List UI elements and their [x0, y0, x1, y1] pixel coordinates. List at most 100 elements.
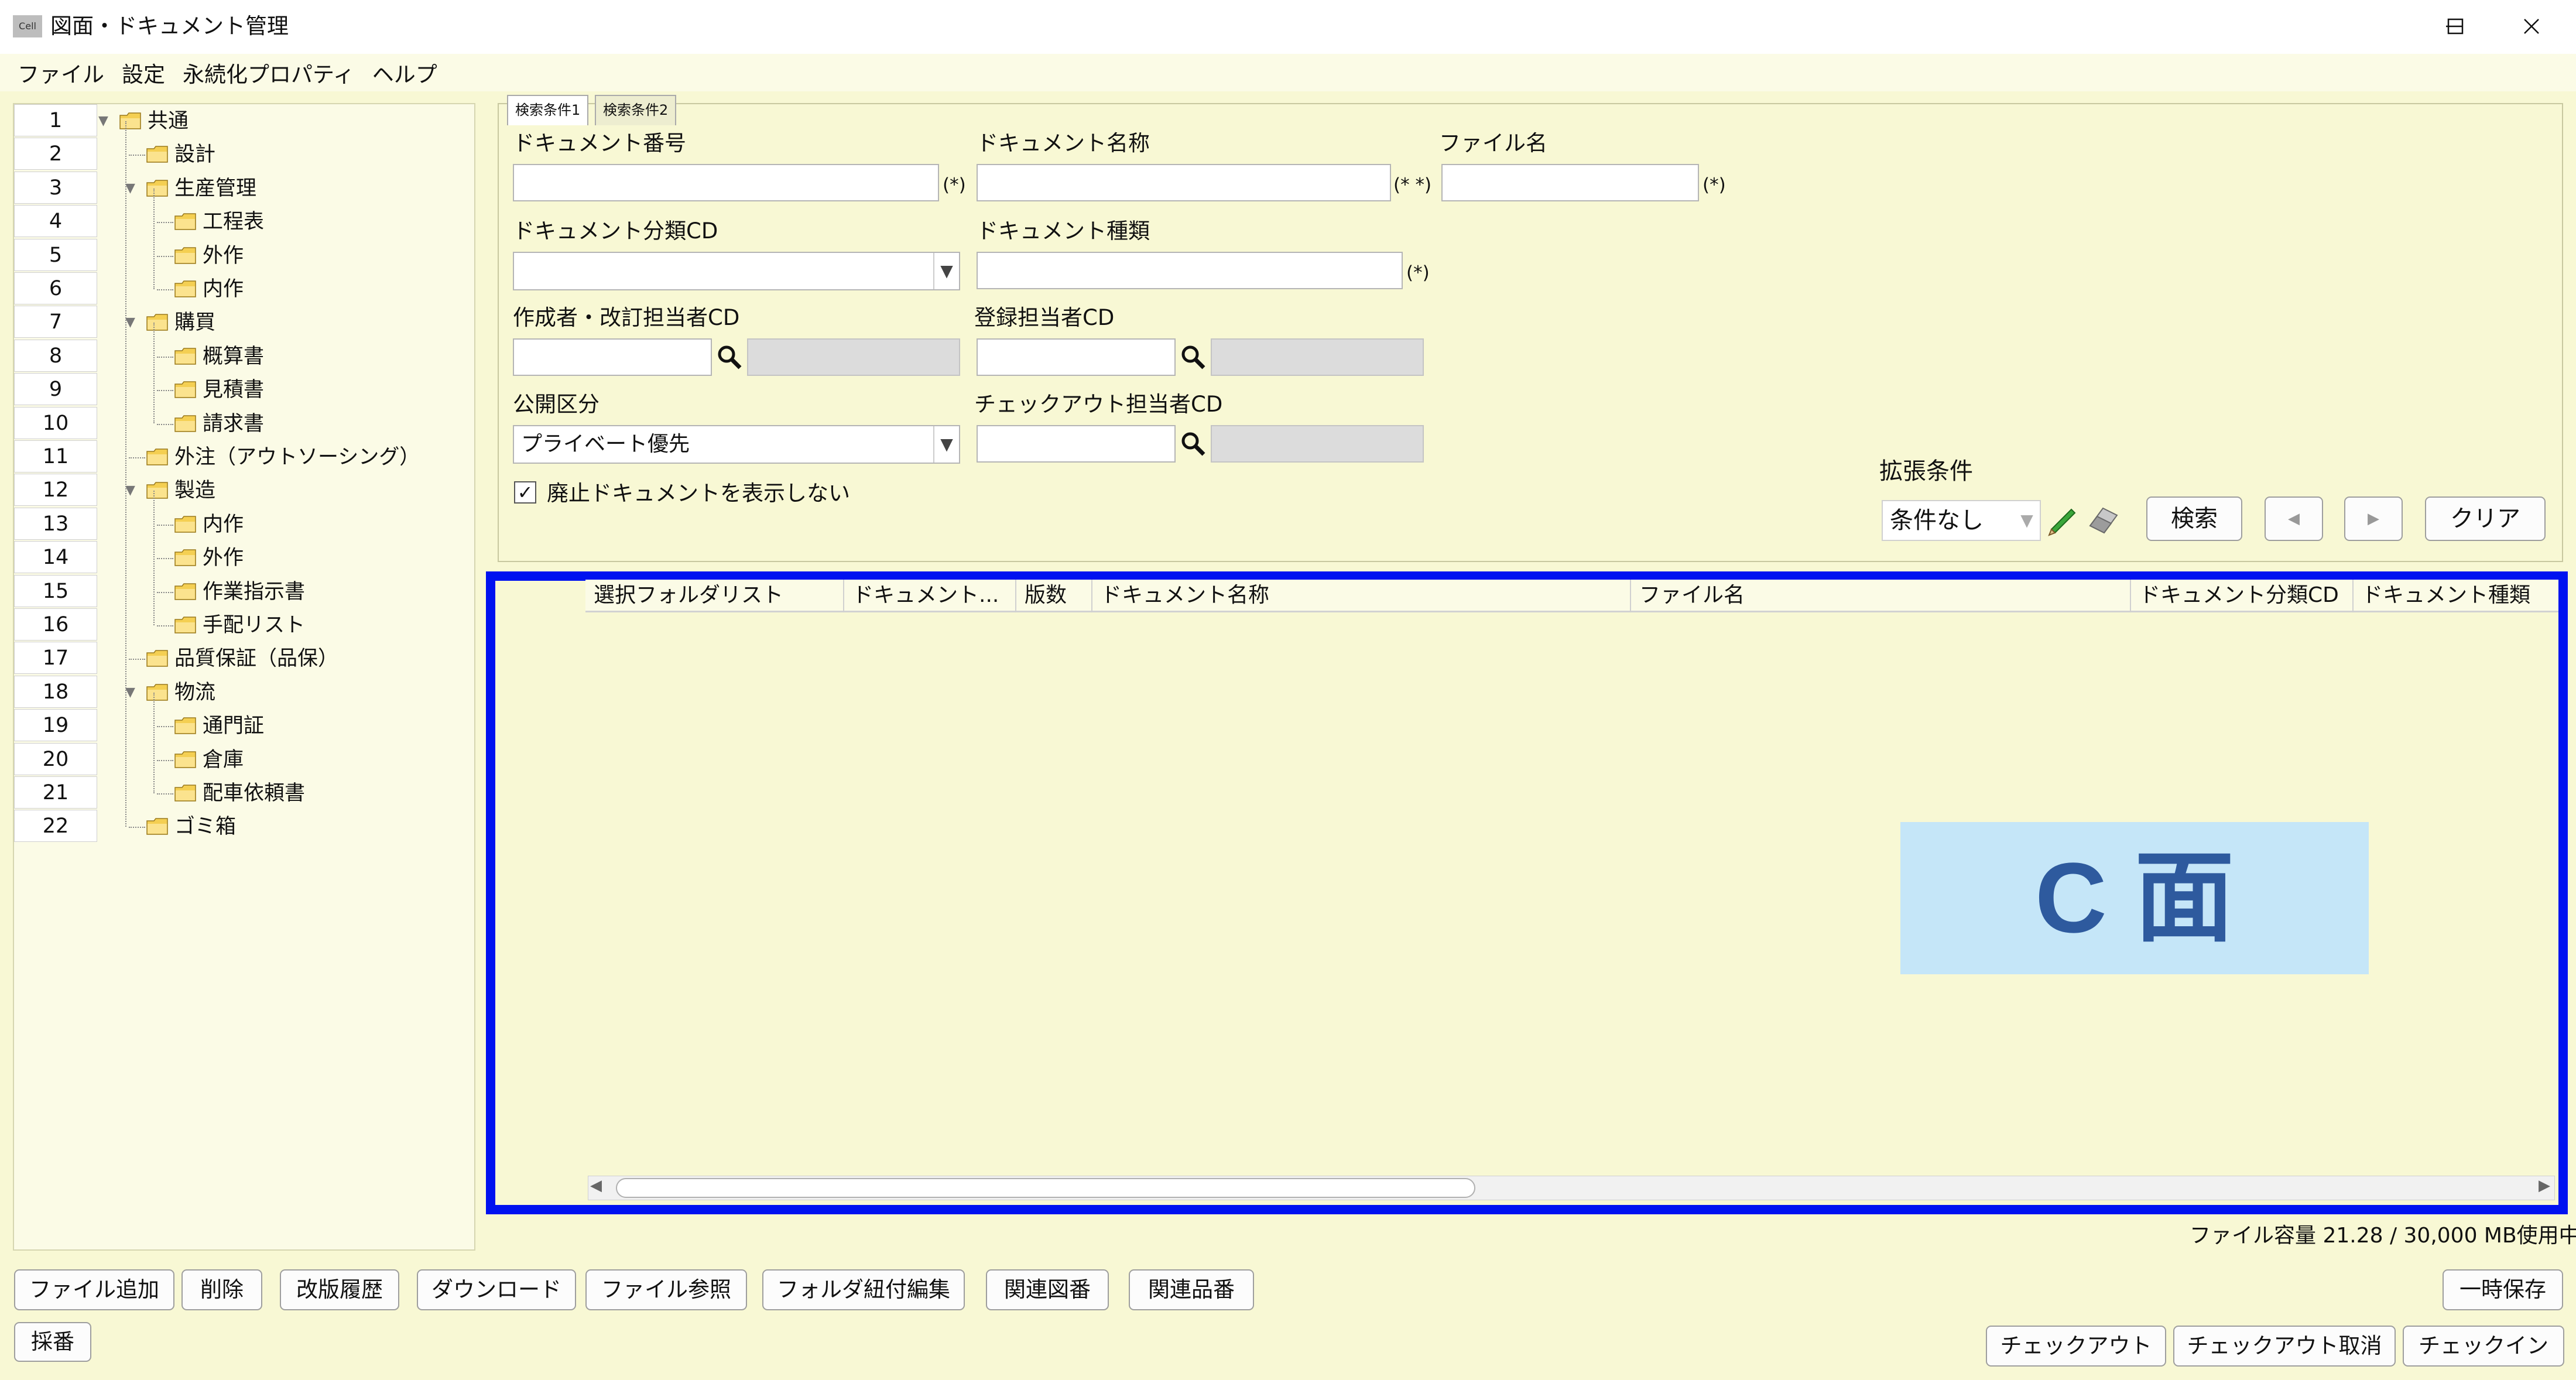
col-selected-folder[interactable]: 選択フォルダリスト — [585, 580, 844, 612]
maximize-button[interactable] — [2420, 6, 2491, 47]
download-button[interactable]: ダウンロード — [417, 1269, 576, 1310]
tree-row[interactable]: 20 倉庫 — [14, 742, 474, 776]
tree-connector — [157, 356, 173, 358]
tree-row[interactable]: 17 品質保証（品保） — [14, 642, 474, 675]
tree-row[interactable]: 14 外作 — [14, 541, 474, 574]
menu-bar: ファイル 設定 永続化プロパティ ヘルプ — [0, 54, 2576, 91]
search-icon[interactable] — [1179, 430, 1207, 458]
hide-obsolete-checkbox[interactable]: ✓ — [514, 481, 536, 504]
tree-row-number: 12 — [14, 474, 97, 506]
folder-link-edit-button[interactable]: フォルダ紐付編集 — [762, 1269, 965, 1310]
registrar-code-input[interactable] — [977, 338, 1176, 376]
eraser-icon[interactable] — [2085, 501, 2122, 537]
folder-icon — [174, 549, 196, 566]
related-drawing-button[interactable]: 関連図番 — [986, 1269, 1109, 1310]
author-code-input[interactable] — [513, 338, 712, 376]
tree-connector — [129, 155, 145, 156]
folder-icon — [174, 516, 196, 533]
tree-row-number: 2 — [14, 138, 97, 170]
search-icon[interactable] — [715, 343, 744, 371]
tree-row[interactable]: 2 設計 — [14, 138, 474, 171]
col-doc-number[interactable]: ドキュメント... — [844, 580, 1016, 612]
menu-help[interactable]: ヘルプ — [372, 57, 437, 88]
tree-row[interactable]: 7 ▼ 購買 — [14, 306, 474, 339]
tree-row[interactable]: 5 外作 — [14, 238, 474, 272]
close-button[interactable] — [2496, 6, 2567, 47]
tree-row[interactable]: 21 配車依頼書 — [14, 776, 474, 810]
tree-row[interactable]: 22 ゴミ箱 — [14, 810, 474, 843]
tree-item-label: 設計 — [174, 143, 216, 167]
doc-type-input[interactable] — [977, 252, 1403, 289]
expand-toggle-icon[interactable]: ▼ — [125, 315, 135, 330]
scroll-left-icon[interactable]: ◀ — [590, 1177, 602, 1194]
tree-connector — [157, 591, 173, 593]
tree-row[interactable]: 8 概算書 — [14, 339, 474, 373]
folder-icon — [174, 381, 196, 398]
file-name-input[interactable] — [1441, 164, 1699, 201]
expand-toggle-icon[interactable]: ▼ — [125, 181, 135, 196]
checkout-cancel-button[interactable]: チェックアウト取消 — [2173, 1326, 2396, 1367]
next-button[interactable]: ▶ — [2344, 496, 2403, 541]
tree-row[interactable]: 16 手配リスト — [14, 608, 474, 642]
public-select[interactable]: プライベート優先 ▼ — [513, 425, 960, 464]
doc-number-input[interactable] — [513, 164, 939, 201]
revision-history-button[interactable]: 改版履歴 — [280, 1269, 399, 1310]
search-icon[interactable] — [1179, 343, 1207, 371]
tree-row[interactable]: 1 ▼ 共通 — [14, 104, 474, 138]
tree-connector — [157, 793, 173, 795]
tab-search-conditions-1[interactable]: 検索条件1 — [507, 95, 589, 125]
grid-header: 選択フォルダリスト ドキュメント... 版数 ドキュメント名称 ファイル名 ドキ… — [585, 580, 2558, 612]
menu-persistent-properties[interactable]: 永続化プロパティ — [183, 57, 355, 88]
scrollbar-thumb[interactable] — [616, 1178, 1475, 1198]
checkout-code-input[interactable] — [977, 425, 1176, 463]
expand-toggle-icon[interactable]: ▼ — [125, 483, 135, 498]
doc-name-input[interactable] — [977, 164, 1391, 201]
tree-row[interactable]: 15 作業指示書 — [14, 574, 474, 608]
clear-button[interactable]: クリア — [2425, 496, 2546, 541]
col-doc-class[interactable]: ドキュメント分類CD — [2131, 580, 2354, 612]
file-reference-button[interactable]: ファイル参照 — [585, 1269, 747, 1310]
temp-save-button[interactable]: 一時保存 — [2443, 1269, 2563, 1310]
tab-search-conditions-2[interactable]: 検索条件2 — [595, 95, 677, 125]
tree-row[interactable]: 19 通門証 — [14, 709, 474, 742]
delete-button[interactable]: 削除 — [181, 1269, 262, 1310]
tree-row[interactable]: 12 ▼ 製造 — [14, 474, 474, 507]
add-file-button[interactable]: ファイル追加 — [14, 1269, 174, 1310]
expand-toggle-icon[interactable]: ▼ — [125, 685, 135, 700]
tree-item-label: 共通 — [148, 109, 189, 133]
menu-file[interactable]: ファイル — [18, 57, 104, 88]
prev-button[interactable]: ◀ — [2265, 496, 2323, 541]
edit-pencil-icon[interactable] — [2046, 502, 2081, 537]
search-button[interactable]: 検索 — [2146, 496, 2242, 541]
checkin-button[interactable]: チェックイン — [2403, 1326, 2564, 1367]
close-icon — [2524, 19, 2539, 34]
tree-row[interactable]: 4 工程表 — [14, 205, 474, 238]
checkout-button[interactable]: チェックアウト — [1986, 1326, 2166, 1367]
doc-class-select[interactable]: ▼ — [513, 252, 960, 290]
tree-row[interactable]: 9 見積書 — [14, 373, 474, 406]
ext-conditions-select[interactable]: 条件なし ▼ — [1882, 500, 2041, 541]
expand-toggle-icon[interactable]: ▼ — [98, 114, 108, 128]
folder-icon — [119, 112, 141, 129]
related-part-button[interactable]: 関連品番 — [1129, 1269, 1254, 1310]
col-revision[interactable]: 版数 — [1016, 580, 1092, 612]
tree-row-number: 5 — [14, 238, 97, 271]
col-doc-name[interactable]: ドキュメント名称 — [1092, 580, 1631, 612]
ext-conditions-value: 条件なし — [1890, 507, 1984, 534]
tree-row[interactable]: 3 ▼ 生産管理 — [14, 171, 474, 205]
tree-item-label: 内作 — [203, 512, 244, 536]
numbering-button[interactable]: 採番 — [14, 1322, 91, 1362]
tree-row-number: 22 — [14, 810, 97, 843]
tree-row[interactable]: 10 請求書 — [14, 406, 474, 440]
col-file-name[interactable]: ファイル名 — [1631, 580, 2131, 612]
menu-settings[interactable]: 設定 — [122, 57, 165, 88]
folder-icon — [174, 617, 196, 634]
tree-connector — [157, 558, 173, 560]
tree-row[interactable]: 11 外注（アウトソーシング） — [14, 440, 474, 474]
col-doc-type[interactable]: ドキュメント種類 — [2354, 580, 2558, 612]
tree-row[interactable]: 13 内作 — [14, 507, 474, 541]
tree-row[interactable]: 6 内作 — [14, 272, 474, 306]
tree-row[interactable]: 18 ▼ 物流 — [14, 675, 474, 709]
scroll-right-icon[interactable]: ▶ — [2539, 1177, 2550, 1194]
registrar-name-display — [1211, 338, 1424, 376]
